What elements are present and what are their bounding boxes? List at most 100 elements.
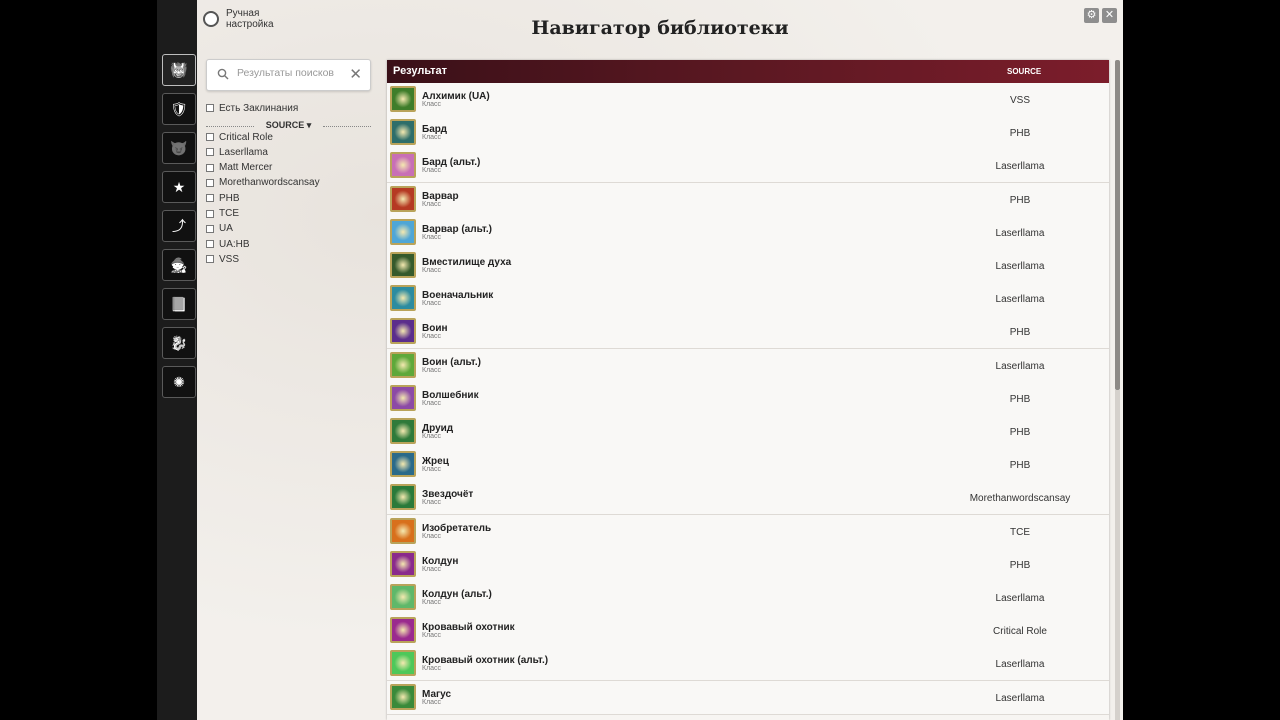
checkbox[interactable]	[206, 163, 214, 172]
results-table: Результат SOURCE Алхимик (UA) Класс VSS Бар…	[387, 60, 1109, 720]
travel-icon: ⤴	[172, 218, 186, 234]
table-row[interactable]: Воин Класс PHB	[387, 315, 1109, 350]
close-icon[interactable]: ✕	[1102, 8, 1117, 23]
row-type: Класс	[422, 267, 442, 274]
rail-button-book[interactable]: 📕	[162, 288, 196, 320]
table-row[interactable]: Магус Класс Laserllama	[387, 680, 1109, 715]
source-filter-label: Laserllama	[219, 146, 268, 158]
row-source: PHB	[1009, 194, 1031, 206]
table-row[interactable]: Воин (альт.) Класс Laserllama	[387, 348, 1109, 383]
table-row[interactable]: Военачальник Класс Laserllama	[387, 282, 1109, 317]
class-icon	[390, 451, 416, 478]
rail-button-travel[interactable]: ⤴	[162, 210, 196, 242]
rail-button-sun[interactable]: ✺	[162, 366, 196, 398]
row-source: PHB	[1009, 128, 1031, 140]
rail-button-dragon[interactable]: 🐉	[162, 327, 196, 359]
search-input[interactable]	[235, 66, 347, 80]
table-row[interactable]: Колдун Класс PHB	[387, 547, 1109, 582]
table-row[interactable]: Варвар (альт.) Класс Laserllama	[387, 215, 1109, 250]
table-row[interactable]: Изобретатель Класс TCE	[387, 514, 1109, 549]
rail-button-character[interactable]: 🧙	[162, 249, 196, 281]
library-navigator-window: Ручная настройка Навигатор библиотеки ⚙ …	[197, 0, 1123, 720]
source-filter-item[interactable]: VSS	[206, 252, 239, 266]
row-type: Класс	[422, 632, 442, 640]
table-row[interactable]: Вместилище духа Класс Laserllama	[387, 249, 1109, 283]
checkbox[interactable]	[206, 148, 214, 157]
checkbox[interactable]	[206, 209, 214, 218]
checkbox[interactable]	[206, 240, 214, 249]
row-source: PHB	[1009, 460, 1031, 472]
column-source[interactable]: SOURCE	[1007, 67, 1041, 76]
checkbox[interactable]	[206, 178, 214, 187]
row-source: VSS	[1009, 95, 1030, 106]
source-filter-item[interactable]: Morethanwordscansay	[206, 176, 320, 190]
table-row[interactable]: Жрец Класс PHB	[387, 448, 1109, 483]
class-icon	[390, 650, 416, 677]
checkbox[interactable]	[206, 224, 214, 233]
rail-button-npc[interactable]: 🛡	[162, 93, 196, 125]
table-row[interactable]: Алхимик (UA) Класс VSS	[387, 83, 1109, 117]
rail-button-star[interactable]: ★	[162, 171, 196, 203]
rail-button-creature[interactable]: 😈	[162, 132, 196, 164]
row-type: Класс	[422, 300, 442, 308]
row-source: TCE	[1010, 526, 1030, 538]
row-source: PHB	[1009, 427, 1031, 438]
source-filter-label: UA	[219, 223, 233, 235]
source-filter-item[interactable]: PHB	[206, 191, 240, 205]
row-type: Класс	[422, 698, 442, 706]
row-source: Laserllama	[995, 659, 1045, 671]
class-icon	[390, 550, 416, 577]
column-result[interactable]: Результат	[393, 65, 447, 77]
filter-has-spells[interactable]: Есть Заклинания	[206, 101, 298, 115]
checkbox[interactable]	[206, 133, 214, 141]
row-type: Класс	[422, 599, 442, 606]
scroll-track[interactable]	[1115, 390, 1120, 720]
class-icon	[390, 318, 416, 345]
checkbox[interactable]	[206, 255, 214, 264]
class-icon	[390, 517, 416, 544]
row-source: PHB	[1009, 327, 1031, 339]
source-filter-item[interactable]: TCE	[206, 207, 239, 221]
row-type: Класс	[422, 134, 442, 142]
class-icon	[390, 484, 416, 511]
table-row[interactable]: Волшебник Класс PHB	[387, 381, 1109, 416]
clear-search-icon[interactable]: ✕	[349, 65, 362, 83]
table-row[interactable]: Колдун (альт.) Класс Laserllama	[387, 581, 1109, 615]
source-filter-item[interactable]: UA:HB	[206, 237, 250, 251]
source-filter-item[interactable]: UA	[206, 222, 233, 236]
row-type: Класс	[422, 200, 442, 208]
source-filter-item[interactable]: Laserllama	[206, 145, 268, 159]
source-filter-item[interactable]: Critical Role	[206, 130, 273, 144]
rail-button-monster[interactable]: 👹	[162, 54, 196, 86]
star-icon: ★	[172, 178, 186, 195]
row-source: Morethanwordscansay	[969, 493, 1071, 505]
row-source: Critical Role	[993, 626, 1047, 638]
table-row[interactable]: Бард Класс PHB	[387, 116, 1109, 151]
table-row[interactable]: Друид Класс PHB	[387, 415, 1109, 449]
npc-icon: 🛡	[170, 100, 188, 117]
row-source: Laserllama	[995, 692, 1045, 704]
checkbox[interactable]	[206, 104, 214, 112]
character-icon: 🧙	[170, 256, 188, 273]
class-icon	[390, 252, 416, 278]
class-icon	[390, 418, 416, 444]
creature-icon: 😈	[170, 139, 188, 156]
settings-gear-icon[interactable]: ⚙	[1084, 8, 1099, 23]
row-source: Laserllama	[995, 593, 1045, 604]
class-icon	[390, 683, 416, 710]
source-filter-item[interactable]: Matt Mercer	[206, 161, 272, 175]
row-type: Класс	[422, 167, 442, 175]
row-type: Класс	[422, 101, 442, 108]
row-source: Laserllama	[995, 161, 1045, 173]
table-row[interactable]: Кровавый охотник (альт.) Класс Laserllama	[387, 647, 1109, 682]
dropdown-arrow-icon: ▾	[306, 120, 312, 130]
table-row[interactable]: Бард (альт.) Класс Laserllama	[387, 149, 1109, 184]
source-filter-label: Morethanwordscansay	[219, 177, 320, 189]
table-row[interactable]: Варвар Класс PHB	[387, 182, 1109, 217]
checkbox[interactable]	[206, 194, 214, 203]
table-row[interactable]: Звездочёт Класс Morethanwordscansay	[387, 481, 1109, 516]
scrollbar-thumb[interactable]	[1115, 60, 1120, 390]
table-row[interactable]: Кровавый охотник Класс Critical Role	[387, 614, 1109, 649]
row-source: Laserllama	[995, 294, 1045, 306]
row-type: Класс	[422, 499, 442, 507]
